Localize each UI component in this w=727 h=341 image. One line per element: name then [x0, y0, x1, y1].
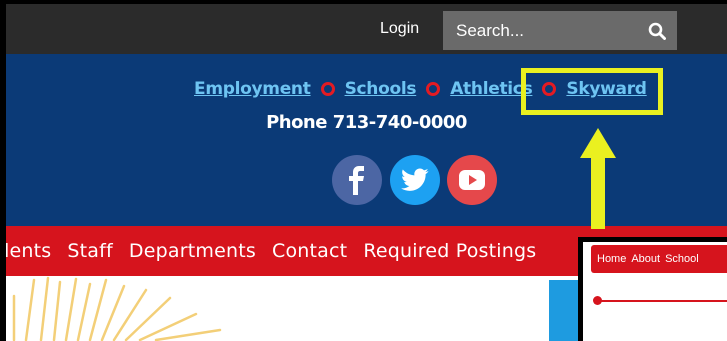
youtube-icon	[459, 170, 485, 190]
nav-contact[interactable]: Contact	[272, 240, 347, 262]
link-schools[interactable]: Schools	[345, 79, 417, 99]
inset-nav-school[interactable]: School	[665, 253, 699, 265]
nav-departments[interactable]: Departments	[129, 240, 256, 262]
nav-students[interactable]: udents	[6, 240, 51, 262]
twitter-button[interactable]	[390, 155, 440, 205]
inset-screenshot: Home About School	[578, 237, 727, 341]
inset-nav-home[interactable]: Home	[597, 253, 626, 265]
search-button[interactable]	[637, 11, 677, 50]
inset-nav: Home About School	[591, 245, 727, 273]
up-arrow-annotation	[580, 128, 616, 229]
separator-dot	[426, 82, 441, 96]
search-input[interactable]	[443, 11, 633, 50]
login-link[interactable]: Login	[380, 4, 419, 54]
inset-nav-about[interactable]: About	[631, 253, 660, 265]
separator-dot	[320, 82, 335, 96]
nav-staff[interactable]: Staff	[67, 240, 113, 262]
link-employment[interactable]: Employment	[194, 79, 311, 99]
youtube-button[interactable]	[447, 155, 497, 205]
search-icon	[648, 22, 666, 40]
facebook-icon	[349, 166, 364, 195]
highlight-box	[521, 68, 663, 115]
nav-required-postings[interactable]: Required Postings	[363, 240, 536, 262]
sunburst-graphic	[12, 276, 222, 341]
facebook-button[interactable]	[332, 155, 382, 205]
top-bar: Login	[6, 4, 727, 54]
inset-divider	[595, 300, 727, 302]
twitter-icon	[401, 168, 429, 191]
search-box	[443, 11, 677, 50]
